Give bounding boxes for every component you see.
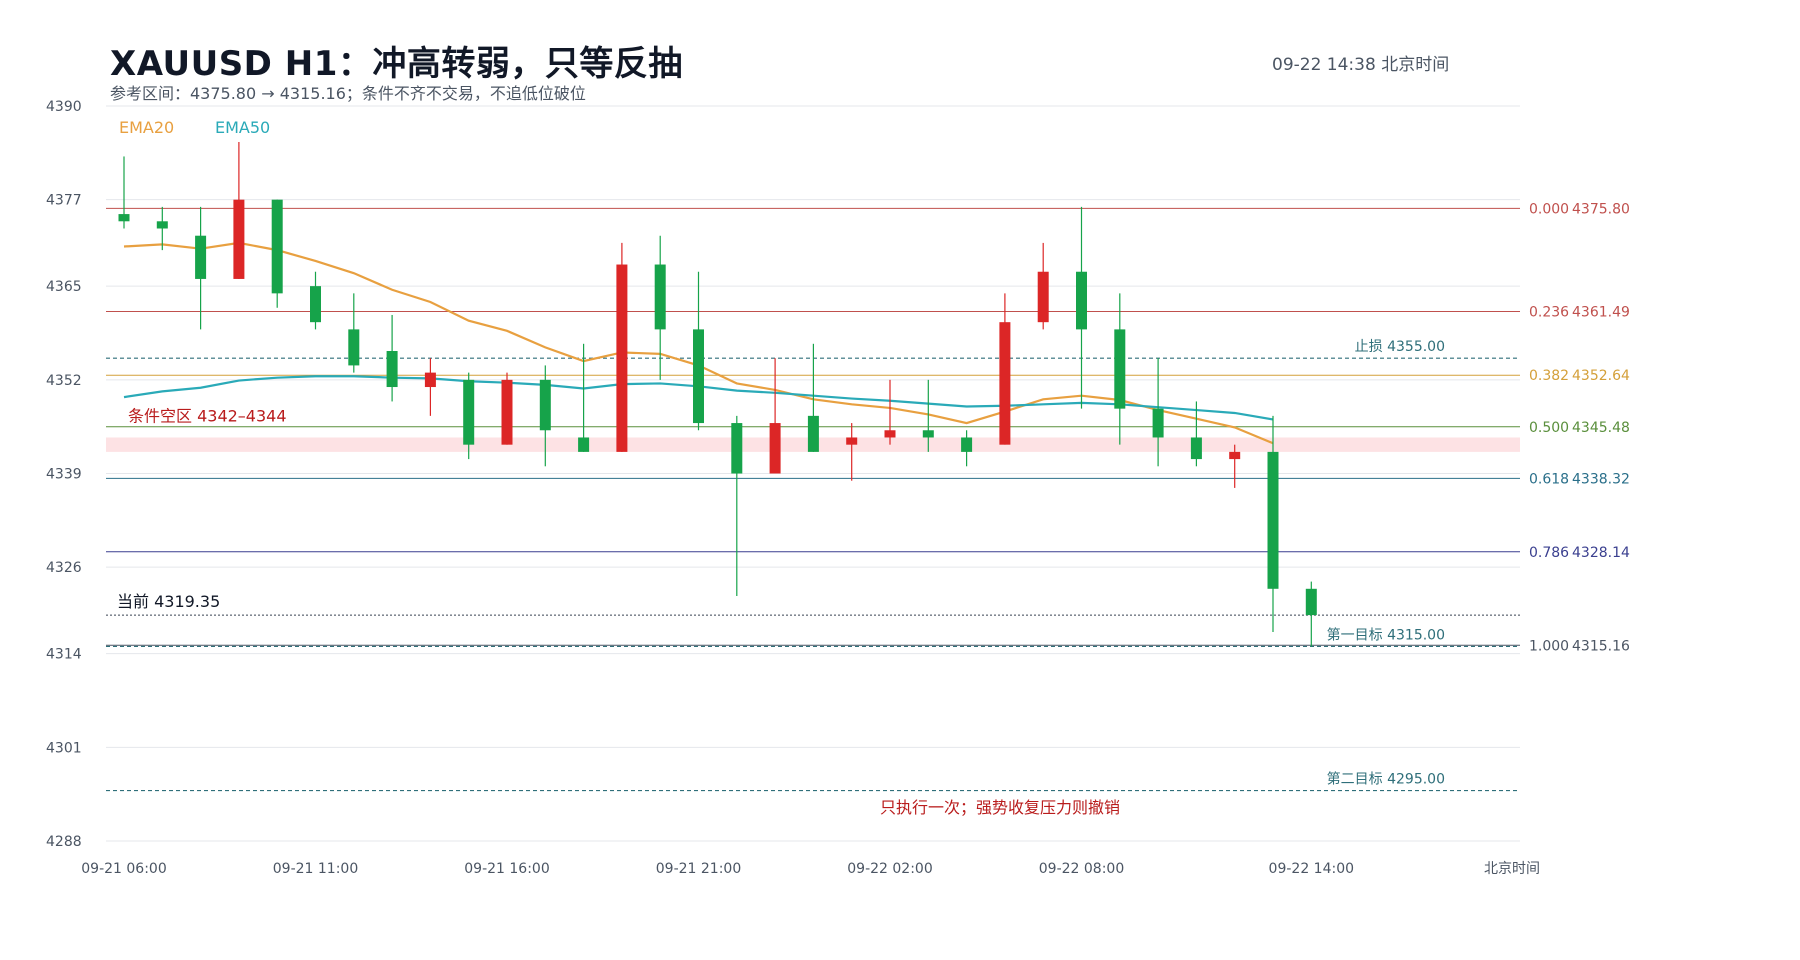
fib-price-label: 4328.14	[1572, 545, 1630, 561]
fib-ratio-label: 0.500	[1529, 420, 1569, 436]
candle-body	[1114, 329, 1126, 409]
candle-body	[616, 264, 628, 452]
candle-body	[386, 351, 398, 388]
fib-ratio-label: 0.236	[1529, 304, 1569, 320]
candle-body	[195, 235, 207, 279]
x-tick-label: 09-21 11:00	[273, 861, 358, 877]
candle-body	[271, 199, 283, 294]
target-level-label: 止损 4355.00	[1355, 339, 1445, 355]
fib-price-label: 4315.16	[1572, 638, 1630, 654]
candle-body	[884, 430, 896, 438]
legend-ema20: EMA20	[119, 118, 174, 137]
current-price-label: 当前 4319.35	[117, 592, 220, 611]
candle-body	[999, 322, 1011, 445]
x-tick-label: 09-22 14:00	[1269, 861, 1354, 877]
candle-body	[118, 214, 130, 222]
candle-body	[654, 264, 666, 330]
y-tick-label: 4352	[46, 373, 82, 389]
x-tick-label: 09-21 16:00	[464, 861, 549, 877]
candle-body	[693, 329, 704, 424]
fib-ratio-label: 0.000	[1529, 201, 1569, 217]
candle-body	[1267, 451, 1279, 589]
x-axis-unit-label: 北京时间	[1484, 861, 1540, 877]
candle-body	[539, 379, 551, 431]
fib-ratio-label: 0.382	[1529, 368, 1569, 384]
candlestick-chart: 4390 4377 4365 4352 4339 4326 4314 4301 4288 条件空区…	[46, 99, 1630, 877]
legend-ema50: EMA50	[215, 118, 270, 137]
candle-body	[310, 286, 321, 323]
fib-price-label: 4338.32	[1572, 471, 1630, 487]
candle-body	[846, 437, 858, 445]
x-tick-label: 09-22 08:00	[1039, 861, 1124, 877]
candle-body	[348, 329, 360, 366]
fib-price-label: 4361.49	[1572, 304, 1630, 320]
fib-ratio-label: 0.618	[1529, 471, 1569, 487]
candle-body	[501, 379, 513, 445]
candle-body	[731, 423, 743, 474]
fib-price-label: 4345.48	[1572, 420, 1630, 436]
x-tick-label: 09-22 02:00	[847, 861, 932, 877]
candle-body	[807, 415, 819, 452]
fib-price-label: 4352.64	[1572, 368, 1630, 384]
candle-body	[769, 423, 781, 474]
candle-body	[578, 437, 590, 452]
candle-body	[1076, 271, 1087, 330]
sell-zone-label: 条件空区 4342–4344	[128, 406, 287, 425]
x-tick-label: 09-21 21:00	[656, 861, 741, 877]
candle-body	[233, 199, 245, 279]
candle-body	[1305, 588, 1317, 616]
candle-body	[463, 379, 475, 445]
y-tick-label: 4365	[46, 279, 82, 295]
execution-note: 只执行一次；强势收复压力则撤销	[880, 798, 1120, 817]
candle-body	[961, 437, 973, 452]
candle-body	[1037, 271, 1049, 323]
x-tick-label: 09-21 06:00	[81, 861, 166, 877]
candle-body	[424, 372, 436, 388]
candle-body	[1152, 408, 1164, 438]
y-tick-label: 4326	[46, 560, 82, 576]
y-tick-label: 4288	[46, 834, 82, 850]
fib-ratio-label: 0.786	[1529, 545, 1569, 561]
candle-body	[156, 221, 168, 229]
candle-body	[1229, 451, 1241, 460]
target-level-label: 第一目标 4315.00	[1327, 626, 1445, 643]
fib-price-label: 4375.80	[1572, 201, 1630, 217]
y-tick-label: 4390	[46, 99, 82, 115]
y-tick-label: 4314	[46, 647, 82, 663]
fib-ratio-label: 1.000	[1529, 638, 1569, 654]
candle-body	[1190, 437, 1202, 460]
candle-body	[922, 430, 934, 438]
y-tick-label: 4339	[46, 467, 82, 483]
y-tick-label: 4301	[46, 740, 82, 756]
target-level-label: 第二目标 4295.00	[1327, 771, 1445, 788]
y-tick-label: 4377	[46, 193, 82, 209]
